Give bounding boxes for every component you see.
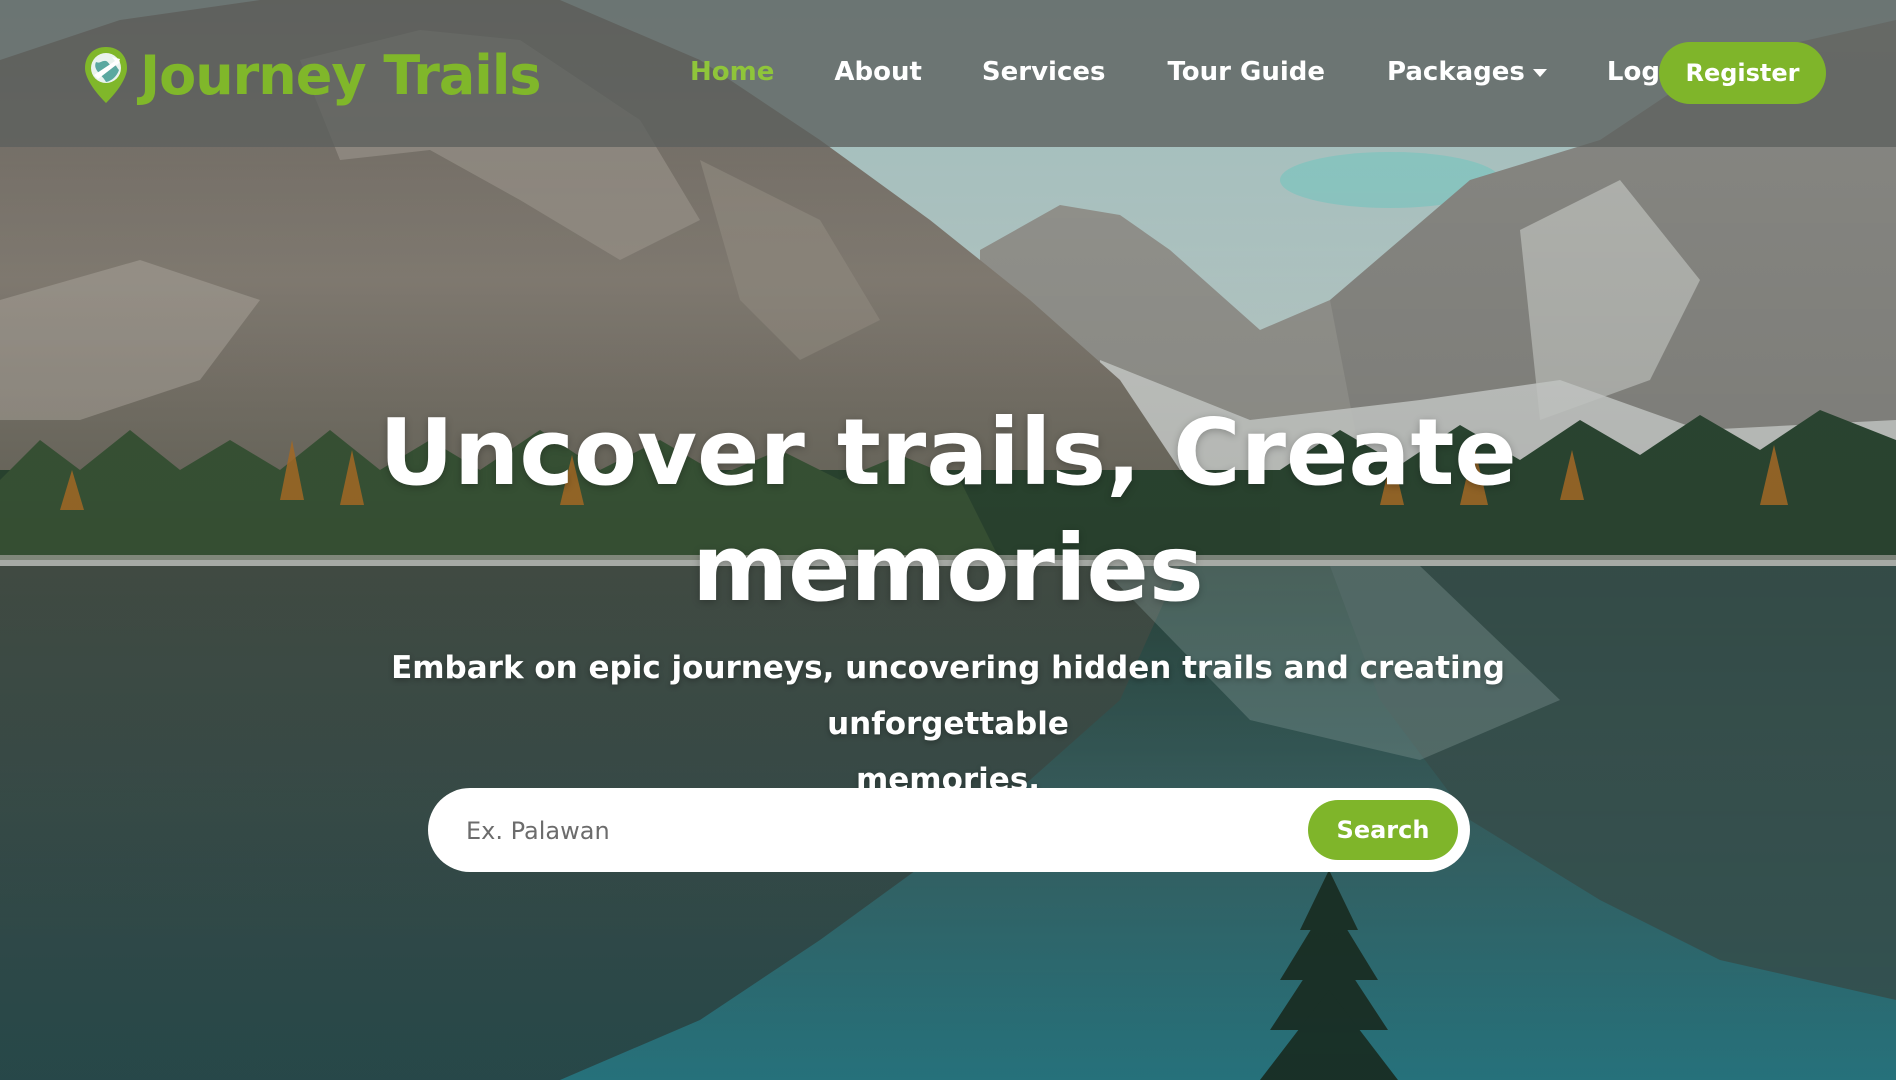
hero-title: Uncover trails, Create memories <box>348 395 1548 627</box>
nav-item-services[interactable]: Services <box>982 57 1106 87</box>
nav-item-packages-dropdown[interactable]: Packages <box>1387 57 1547 87</box>
map-pin-globe-icon <box>85 47 127 103</box>
page: Journey Trails Home About Services Tour … <box>0 0 1896 1080</box>
hero-title-line-1: Uncover trails, Create <box>379 399 1517 506</box>
search-input[interactable] <box>464 802 1318 860</box>
nav-links: Home About Services Tour Guide Packages … <box>690 46 1696 98</box>
brand-name: Journey Trails <box>140 43 541 107</box>
nav-item-about[interactable]: About <box>834 57 922 87</box>
brand-logo-link[interactable]: Journey Trails <box>82 40 541 110</box>
hero-subtitle: Embark on epic journeys, uncovering hidd… <box>298 640 1598 808</box>
nav-item-tour-guide[interactable]: Tour Guide <box>1167 57 1325 87</box>
nav-item-packages-label: Packages <box>1387 57 1525 87</box>
navbar: Journey Trails Home About Services Tour … <box>0 0 1896 147</box>
nav-item-home[interactable]: Home <box>690 57 774 87</box>
search-bar: Search <box>428 788 1470 872</box>
search-button[interactable]: Search <box>1308 800 1458 860</box>
caret-down-icon <box>1532 69 1547 77</box>
register-button[interactable]: Register <box>1659 42 1826 104</box>
hero-subtitle-line-1: Embark on epic journeys, uncovering hidd… <box>391 650 1505 742</box>
hero-title-line-2: memories <box>692 515 1204 622</box>
